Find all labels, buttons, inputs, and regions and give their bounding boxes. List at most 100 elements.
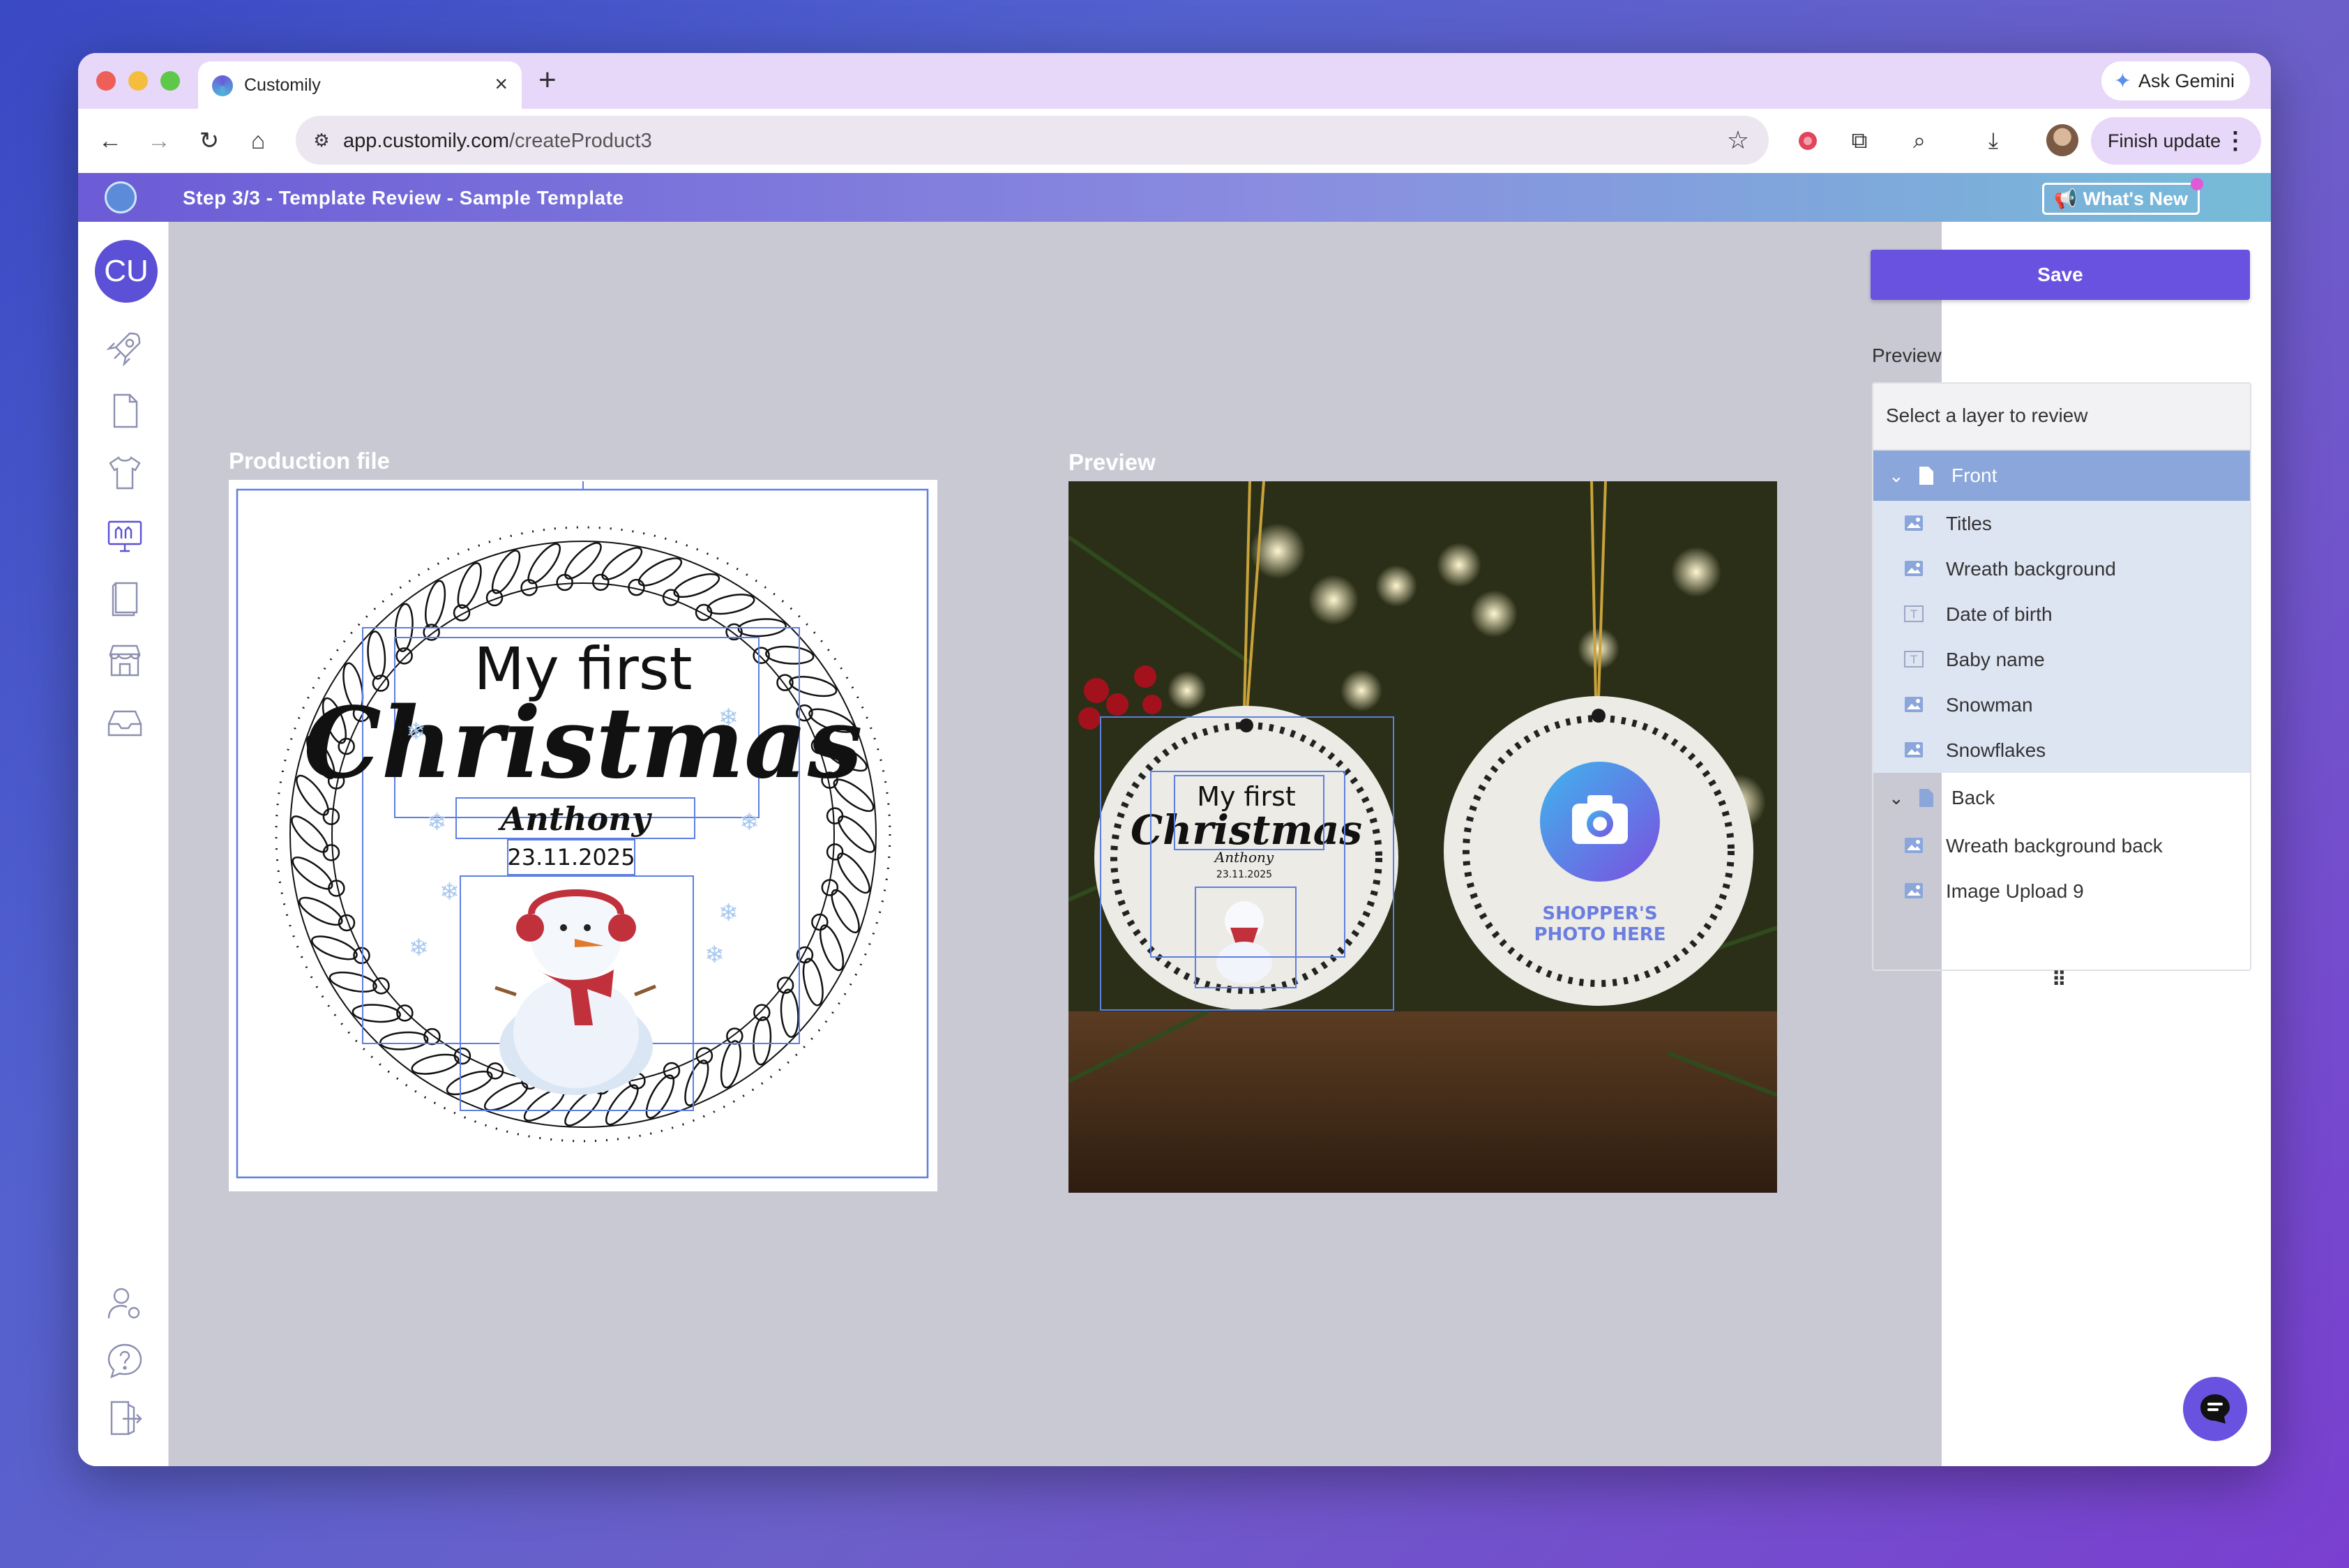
layer-list: ⌄ Front Titles Wreath background T Date of bi… <box>1873 451 2250 914</box>
layer-item[interactable]: Snowflakes <box>1873 728 2250 773</box>
title-line2: Christmas <box>303 686 862 801</box>
tab-bar: Customily × + ✦ Ask Gemini <box>78 53 2271 109</box>
wreath-leaf <box>564 542 602 580</box>
svg-text:23.11.2025: 23.11.2025 <box>1216 869 1272 880</box>
front-ornament: My first Christmas Anthony 23.11.2025 <box>1094 706 1398 1011</box>
layer-item[interactable]: Wreath background back <box>1873 823 2250 868</box>
wreath-berry <box>556 573 573 591</box>
wreath-leaf <box>802 958 824 1007</box>
wreath-leaf <box>457 562 482 609</box>
template-monitor-icon[interactable] <box>103 513 146 557</box>
wreath-leaf <box>780 988 799 1038</box>
back-button[interactable]: ← <box>91 121 130 160</box>
wreath-leaf <box>837 852 870 894</box>
chevron-down-icon[interactable]: ⌄ <box>1889 465 1904 487</box>
rocket-icon[interactable] <box>103 326 146 370</box>
document-icon[interactable] <box>103 389 146 432</box>
book-icon[interactable] <box>103 576 146 619</box>
svg-text:T: T <box>1910 653 1917 666</box>
layer-item[interactable]: Wreath background <box>1873 546 2250 591</box>
extension-red-icon[interactable] <box>1790 123 1826 159</box>
more-menu-icon[interactable]: ⋮ <box>2223 127 2247 155</box>
wreath-leaf <box>491 550 521 594</box>
select-layer-hint: Select a layer to review <box>1873 384 2250 451</box>
chevron-down-icon[interactable]: ⌄ <box>1889 787 1904 809</box>
layer-items: Wreath background back Image Upload 9 <box>1873 823 2250 914</box>
layer-item-label: Image Upload 9 <box>1946 880 2084 902</box>
user-avatar[interactable]: CU <box>95 240 158 303</box>
preview-scene: My first Christmas Anthony 23.11.2025 SH… <box>1068 481 1777 1193</box>
date-of-birth-text: 23.11.2025 <box>507 844 635 870</box>
production-file-artboard[interactable]: My first Christmas Anthony 23.11.2025 ❄ ❄… <box>229 467 937 1191</box>
resize-grip-icon[interactable]: ⠿ <box>2052 968 2066 991</box>
tab-search-icon[interactable]: ⌕ <box>1901 123 1938 159</box>
bookmark-star-icon[interactable]: ☆ <box>1727 126 1749 155</box>
store-icon[interactable] <box>103 639 146 682</box>
wreath-leaf <box>765 645 815 665</box>
layer-item[interactable]: Snowman <box>1873 682 2250 728</box>
close-window-button[interactable] <box>96 71 116 91</box>
logout-icon[interactable] <box>103 1396 146 1440</box>
wreath-leaf <box>601 547 643 580</box>
wreath-leaf <box>311 935 358 960</box>
layer-item[interactable]: Titles <box>1873 501 2250 546</box>
layer-item-label: Snowman <box>1946 693 2033 716</box>
ask-gemini-button[interactable]: ✦ Ask Gemini <box>2101 61 2250 100</box>
production-design: My first Christmas Anthony 23.11.2025 ❄❄… <box>236 467 929 1179</box>
layer-item[interactable]: T Date of birth <box>1873 591 2250 637</box>
text-layer-icon: T <box>1904 651 1924 668</box>
tab-customily[interactable]: Customily × <box>198 61 522 109</box>
wreath-leaf <box>291 815 328 853</box>
customily-logo-icon[interactable] <box>105 181 137 213</box>
site-settings-icon[interactable]: ⚙ <box>308 127 335 153</box>
layer-item-label: Titles <box>1946 512 1992 534</box>
new-tab-button[interactable]: + <box>538 63 557 98</box>
reload-button[interactable]: ↻ <box>190 121 229 160</box>
preview-panel-title: Preview <box>1872 345 1942 366</box>
preview-mockup[interactable]: My first Christmas Anthony 23.11.2025 SH… <box>1068 481 1777 1193</box>
layer-group-front[interactable]: ⌄ Front <box>1873 451 2250 501</box>
layer-item[interactable]: Image Upload 9 <box>1873 868 2250 914</box>
inbox-icon[interactable] <box>103 702 146 745</box>
url-text[interactable]: app.customily.com/createProduct3 <box>343 130 652 153</box>
finish-update-button[interactable]: Finish update ⋮ <box>2091 117 2261 165</box>
chat-bubble-icon <box>2200 1394 2230 1424</box>
layer-item[interactable]: T Baby name <box>1873 637 2250 682</box>
wreath-leaf <box>707 594 755 615</box>
user-settings-icon[interactable] <box>103 1282 146 1325</box>
svg-text:❄: ❄ <box>718 899 739 927</box>
tshirt-icon[interactable] <box>103 451 146 494</box>
wreath-berry <box>322 808 340 825</box>
image-layer-icon <box>1905 561 1923 576</box>
profile-avatar[interactable] <box>2046 124 2078 156</box>
chat-support-button[interactable] <box>2183 1377 2247 1441</box>
wreath-leaf <box>753 1016 772 1066</box>
wreath-leaf <box>645 1074 675 1119</box>
finish-update-label: Finish update <box>2108 130 2221 151</box>
tab-title: Customily <box>244 75 321 95</box>
layer-group-back[interactable]: ⌄ Back <box>1873 773 2250 823</box>
extensions-puzzle-icon[interactable]: ⧉ <box>1841 123 1878 159</box>
maximize-window-button[interactable] <box>160 71 180 91</box>
download-icon[interactable]: ⤓ <box>1975 123 2011 159</box>
help-icon[interactable] <box>103 1339 146 1382</box>
image-layer-icon <box>1905 515 1923 531</box>
address-bar[interactable]: ⚙ app.customily.com/createProduct3 ☆ <box>296 116 1769 165</box>
text-layer-icon: T <box>1904 605 1924 622</box>
app-header: Step 3/3 - Template Review - Sample Temp… <box>78 173 2271 222</box>
save-button[interactable]: Save <box>1871 250 2250 300</box>
notification-dot <box>2191 178 2203 190</box>
minimize-window-button[interactable] <box>128 71 148 91</box>
browser-toolbar: ← → ↻ ⌂ ⚙ app.customily.com/createProduc… <box>78 109 2271 173</box>
shopper-photo-text-2: PHOTO HERE <box>1534 924 1666 945</box>
image-layer-icon <box>1905 838 1923 853</box>
layer-items: Titles Wreath background T Date of birth T Ba… <box>1873 501 2250 773</box>
layer-group-label: Front <box>1951 465 1997 486</box>
whats-new-button[interactable]: 📢 What's New <box>2042 178 2203 215</box>
megaphone-icon: 📢 <box>2053 188 2078 209</box>
step-title: Step 3/3 - Template Review - Sample Temp… <box>183 187 624 209</box>
home-button[interactable]: ⌂ <box>239 121 278 160</box>
wreath-leaf <box>819 924 845 972</box>
tab-close-button[interactable]: × <box>494 71 508 97</box>
forward-button[interactable]: → <box>139 121 179 160</box>
